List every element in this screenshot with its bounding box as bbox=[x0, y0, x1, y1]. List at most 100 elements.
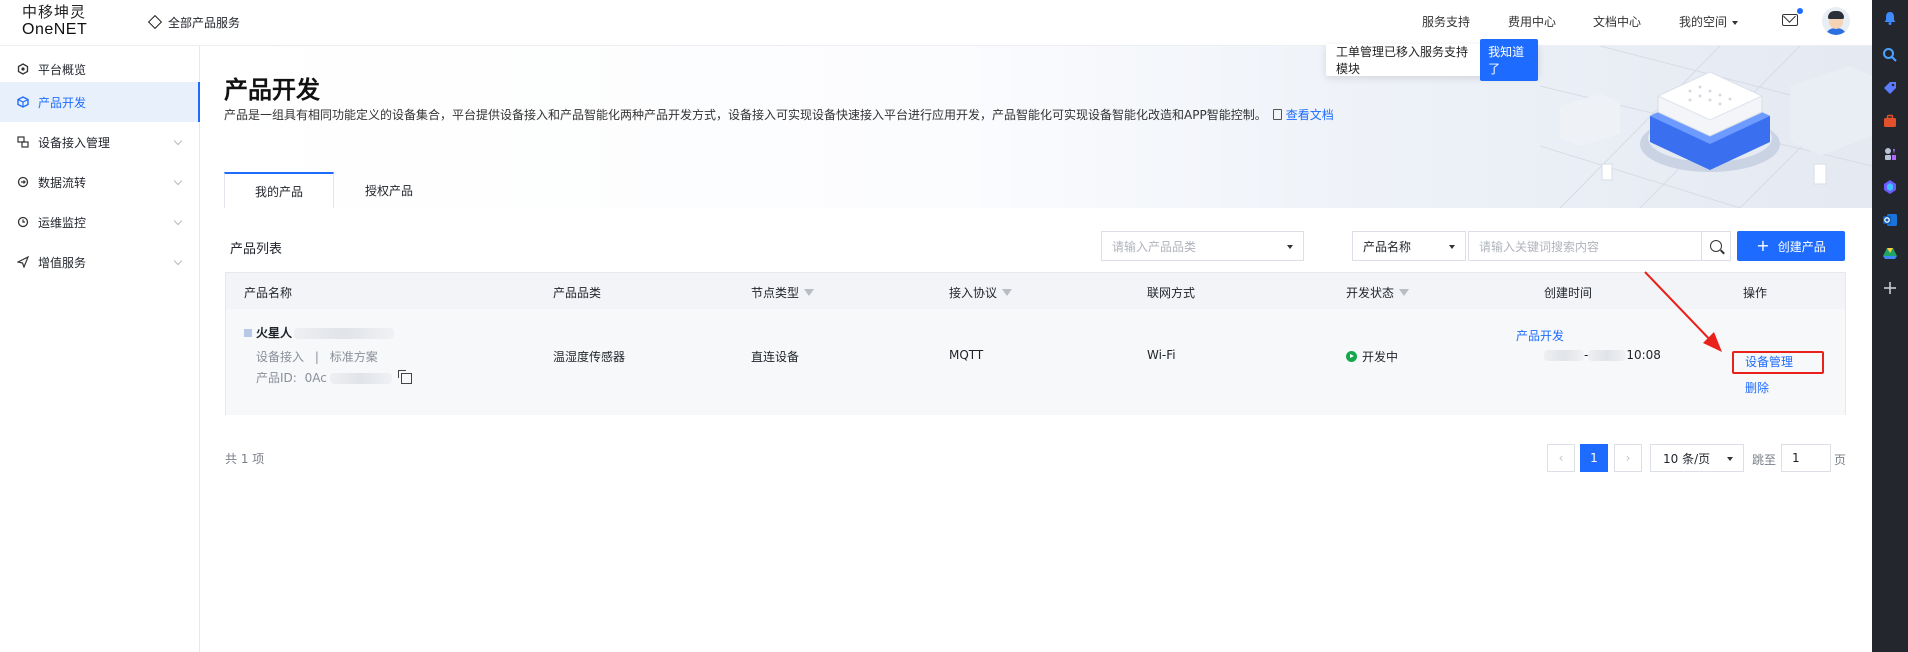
top-bar: 中移坤灵 OneNET 全部产品服务 服务支持 费用中心 文档中心 我的空间 bbox=[0, 0, 1872, 46]
hero-banner: 产品开发 产品是一组具有相同功能定义的设备集合，平台提供设备接入和产品智能化两种… bbox=[200, 46, 1872, 208]
tab-my-products[interactable]: 我的产品 bbox=[224, 172, 334, 208]
tab-authorized-products[interactable]: 授权产品 bbox=[334, 172, 444, 208]
product-id-label: 产品ID: bbox=[256, 371, 297, 385]
search-field-select[interactable]: 产品名称 bbox=[1352, 231, 1466, 261]
col-label: 操作 bbox=[1743, 286, 1768, 300]
sidebar-item-data-flow[interactable]: 数据流转 bbox=[0, 162, 200, 202]
sidebar-item-label: 设备接入管理 bbox=[38, 135, 111, 150]
category-select[interactable]: 请输入产品品类 bbox=[1101, 231, 1304, 261]
cube-icon bbox=[17, 96, 29, 108]
filter-icon[interactable] bbox=[1002, 289, 1013, 296]
network-cell: Wi-Fi bbox=[1147, 348, 1176, 362]
col-actions: 操作 bbox=[1743, 284, 1767, 301]
sidebar-item-label: 增值服务 bbox=[38, 255, 87, 270]
search-icon[interactable] bbox=[1881, 46, 1899, 64]
search-field-value: 产品名称 bbox=[1363, 239, 1412, 254]
sidebar-item-product-dev[interactable]: 产品开发 bbox=[0, 82, 200, 122]
page-description: 产品是一组具有相同功能定义的设备集合，平台提供设备接入和产品智能化两种产品开发方… bbox=[224, 106, 1334, 123]
sidebar-item-value-added[interactable]: 增值服务 bbox=[0, 242, 200, 282]
hexagon-icon bbox=[17, 63, 29, 75]
copy-icon[interactable] bbox=[397, 370, 412, 384]
nav-my-space-label: 我的空间 bbox=[1679, 15, 1728, 29]
notice-popover: 工单管理已移入服务支持模块 我知道了 bbox=[1326, 39, 1538, 81]
total-count: 共 1 项 bbox=[225, 452, 265, 466]
chevron-down-icon bbox=[173, 136, 183, 146]
created-time-value: 10:08 bbox=[1626, 348, 1661, 362]
bell-icon[interactable] bbox=[1881, 9, 1899, 27]
product-tabs: 我的产品 授权产品 bbox=[224, 172, 444, 208]
device-icon bbox=[17, 136, 29, 148]
tag-icon[interactable] bbox=[1881, 79, 1899, 97]
page-suffix-label: 页 bbox=[1834, 453, 1847, 467]
toolbox-icon[interactable] bbox=[1881, 112, 1899, 130]
chess-icon[interactable] bbox=[1881, 145, 1899, 163]
create-product-button[interactable]: + 创建产品 bbox=[1737, 231, 1845, 261]
node-type-cell: 直连设备 bbox=[751, 350, 800, 364]
jump-page-input[interactable] bbox=[1781, 444, 1831, 472]
plus-icon[interactable] bbox=[1881, 279, 1899, 297]
page-title: 产品开发 bbox=[224, 76, 320, 104]
drive-icon[interactable] bbox=[1881, 244, 1899, 262]
col-network: 联网方式 bbox=[1147, 284, 1195, 301]
copilot-icon[interactable] bbox=[1881, 178, 1899, 196]
nav-my-space[interactable]: 我的空间 bbox=[1679, 13, 1739, 30]
status-cell: 开发中 bbox=[1346, 348, 1398, 365]
nav-docs-center[interactable]: 文档中心 bbox=[1593, 13, 1641, 30]
all-products-menu[interactable]: 全部产品服务 bbox=[147, 12, 241, 32]
mail-icon[interactable] bbox=[1782, 14, 1798, 26]
logo-line1: 中移坤灵 bbox=[22, 3, 87, 21]
prev-page-button[interactable]: ‹ bbox=[1547, 444, 1575, 472]
status-ok-icon bbox=[1346, 351, 1357, 362]
chevron-down-icon bbox=[1732, 20, 1739, 25]
diamond-icon bbox=[147, 14, 163, 30]
all-products-label: 全部产品服务 bbox=[168, 15, 241, 30]
redacted-text bbox=[294, 328, 395, 339]
send-icon bbox=[17, 256, 29, 268]
action-delete-link[interactable]: 删除 bbox=[1745, 379, 1769, 396]
product-name-cell: 火星人 bbox=[244, 324, 395, 341]
col-label: 联网方式 bbox=[1147, 286, 1196, 300]
nav-billing-center[interactable]: 费用中心 bbox=[1508, 13, 1556, 30]
nav-service-support[interactable]: 服务支持 bbox=[1422, 13, 1470, 30]
col-label: 接入协议 bbox=[949, 286, 998, 300]
product-access-info: 设备接入 | 标准方案 bbox=[256, 348, 378, 365]
right-rail bbox=[1872, 0, 1908, 652]
product-list-title: 产品列表 bbox=[230, 242, 283, 257]
search-button[interactable] bbox=[1701, 231, 1731, 261]
access-type: 设备接入 bbox=[256, 350, 305, 364]
category-cell: 温湿度传感器 bbox=[553, 350, 626, 364]
filter-icon[interactable] bbox=[804, 289, 815, 296]
page-size-select[interactable]: 10 条/页 bbox=[1650, 444, 1744, 472]
outlook-icon[interactable] bbox=[1881, 211, 1899, 229]
chevron-down-icon bbox=[1287, 245, 1293, 249]
created-time-cell: -10:08 bbox=[1544, 348, 1661, 362]
product-name[interactable]: 火星人 bbox=[256, 326, 292, 340]
notification-dot bbox=[1797, 8, 1803, 14]
keyword-search-input[interactable]: 请输入关键词搜索内容 bbox=[1468, 231, 1702, 261]
chevron-down-icon bbox=[173, 216, 183, 226]
sidebar-item-device-access[interactable]: 设备接入管理 bbox=[0, 122, 200, 162]
page-1-button[interactable]: 1 bbox=[1580, 444, 1608, 472]
filter-icon[interactable] bbox=[1399, 289, 1410, 296]
sidebar-item-label: 运维监控 bbox=[38, 215, 87, 230]
app: 中移坤灵 OneNET 全部产品服务 服务支持 费用中心 文档中心 我的空间 平… bbox=[0, 0, 1908, 652]
clock-icon bbox=[17, 216, 29, 228]
view-docs-link[interactable]: 查看文档 bbox=[1286, 108, 1334, 122]
page-size-value: 10 条/页 bbox=[1663, 451, 1711, 466]
action-product-dev-link[interactable]: 产品开发 bbox=[1516, 327, 1564, 344]
notice-ok-button[interactable]: 我知道了 bbox=[1480, 39, 1538, 81]
col-label: 开发状态 bbox=[1346, 286, 1395, 300]
category-placeholder: 请输入产品品类 bbox=[1112, 239, 1197, 254]
onenet-logo[interactable]: 中移坤灵 OneNET bbox=[22, 3, 87, 39]
document-icon bbox=[1272, 109, 1282, 120]
sidebar-item-label: 数据流转 bbox=[38, 175, 87, 190]
chevron-down-icon bbox=[173, 256, 183, 266]
avatar[interactable] bbox=[1822, 7, 1850, 35]
sidebar-item-label: 产品开发 bbox=[38, 95, 87, 110]
redacted-text bbox=[329, 373, 392, 384]
product-table: 产品名称 产品品类 节点类型 接入协议 联网方式 开发状态 创建时间 操作 火星… bbox=[225, 272, 1846, 415]
next-page-button[interactable]: › bbox=[1614, 444, 1642, 472]
col-label: 节点类型 bbox=[751, 286, 800, 300]
table-header: 产品名称 产品品类 节点类型 接入协议 联网方式 开发状态 创建时间 操作 bbox=[226, 273, 1845, 309]
sidebar-item-ops-monitor[interactable]: 运维监控 bbox=[0, 202, 200, 242]
